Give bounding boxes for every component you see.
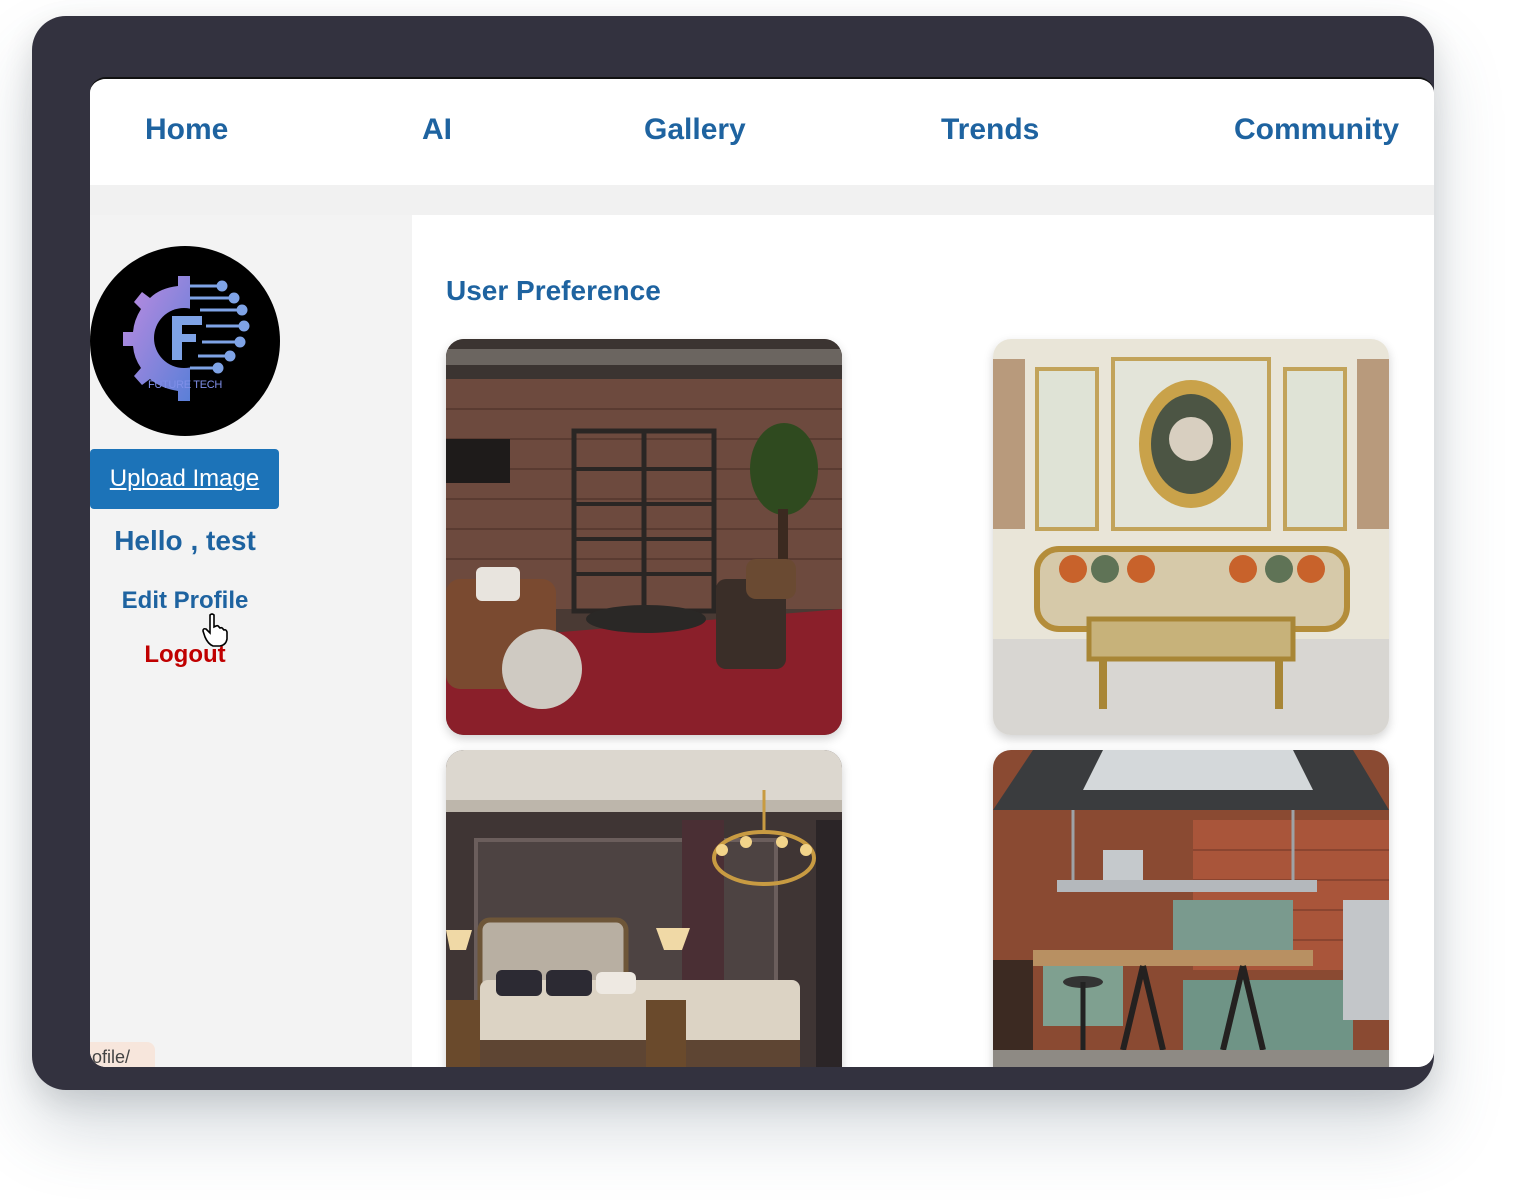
- upload-image-button[interactable]: Upload Image: [90, 449, 279, 509]
- future-tech-logo-icon: [123, 276, 250, 401]
- greeting-text: Hello , test: [114, 525, 256, 556]
- profile-sidebar: FUTURE TECH Upload Image Hello , test Ed…: [90, 215, 412, 1067]
- main-content: User Preference: [412, 215, 1434, 1067]
- nav-gallery[interactable]: Gallery: [644, 113, 746, 147]
- industrial-kitchen-image[interactable]: [993, 750, 1389, 1067]
- status-bar-url: ofile/: [90, 1042, 155, 1067]
- top-navbar: Home AI Gallery Trends Community: [90, 79, 1434, 185]
- nav-community[interactable]: Community: [1234, 113, 1399, 147]
- baroque-living-room-image[interactable]: [993, 339, 1389, 735]
- nav-ai[interactable]: AI: [422, 113, 452, 147]
- avatar-brand-text: FUTURE TECH: [147, 379, 223, 391]
- browser-screen: Home AI Gallery Trends Community FUTURE …: [90, 77, 1434, 1067]
- edit-profile-link[interactable]: Edit Profile: [90, 587, 280, 615]
- nav-home[interactable]: Home: [145, 113, 228, 147]
- avatar: FUTURE TECH: [90, 246, 280, 436]
- device-frame: Home AI Gallery Trends Community FUTURE …: [32, 16, 1434, 1090]
- industrial-living-room-image[interactable]: [446, 339, 842, 735]
- logout-link[interactable]: Logout: [90, 641, 280, 669]
- page-title: User Preference: [446, 275, 661, 306]
- nav-trends[interactable]: Trends: [941, 113, 1039, 147]
- classic-bedroom-image[interactable]: [446, 750, 842, 1067]
- hand-cursor-icon: [202, 613, 228, 647]
